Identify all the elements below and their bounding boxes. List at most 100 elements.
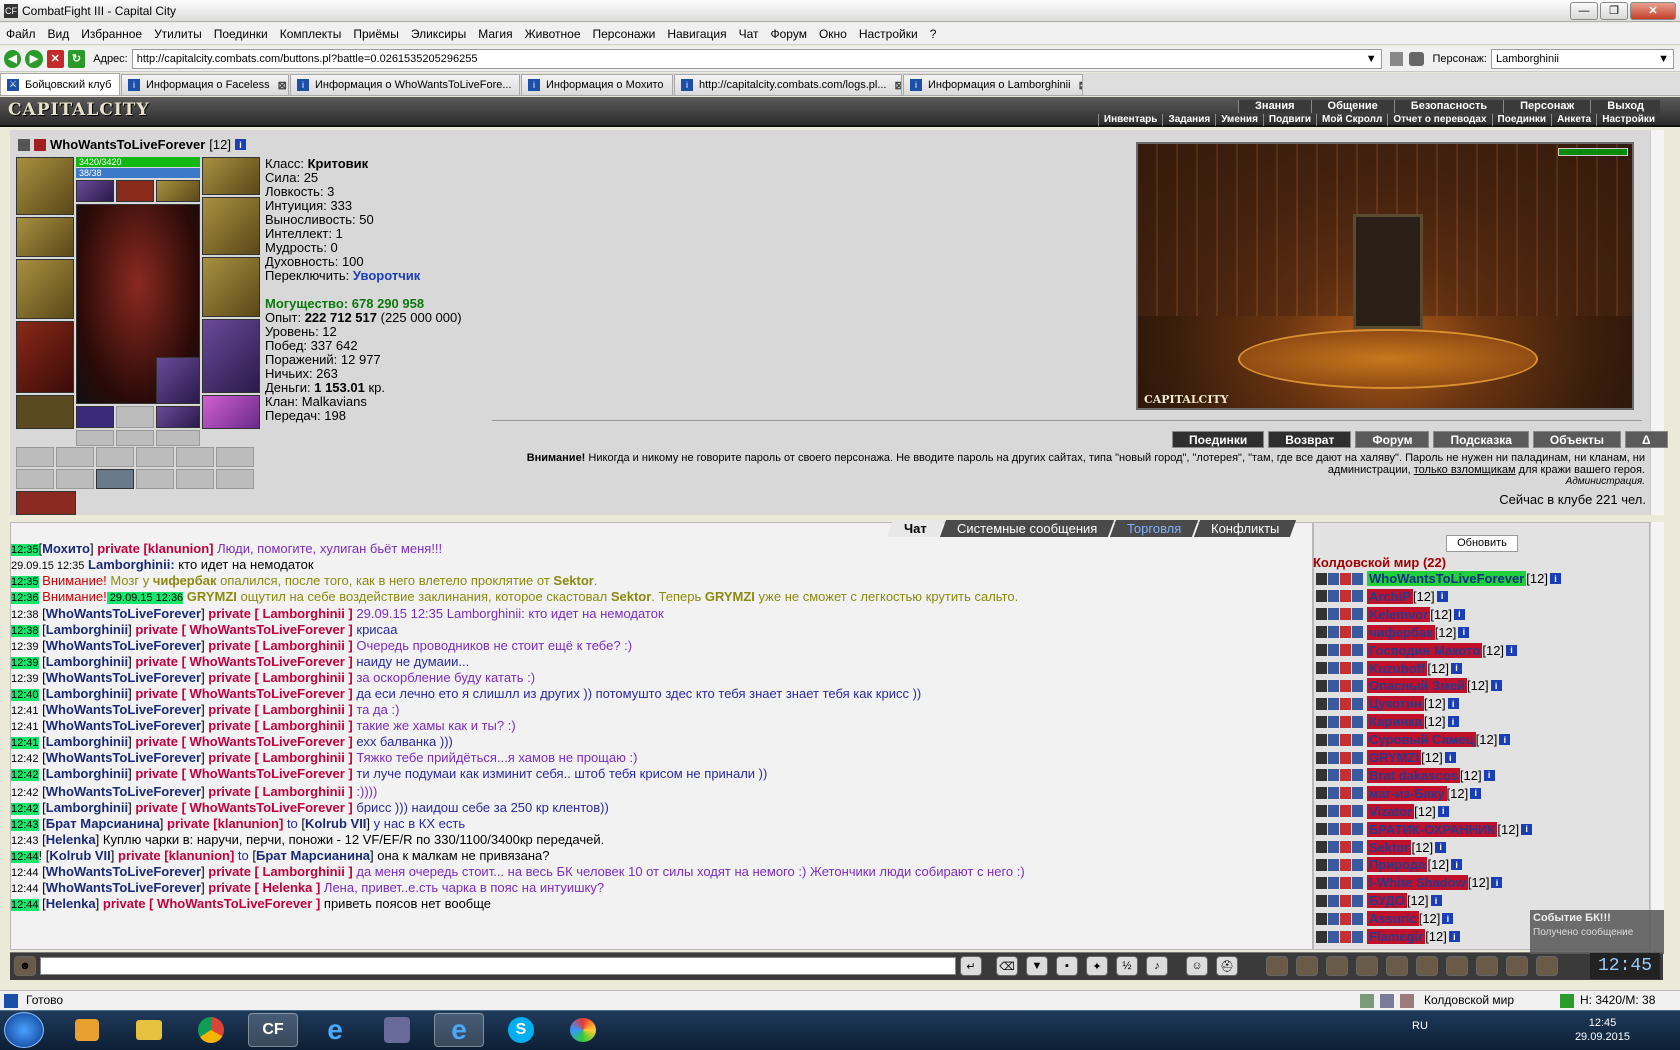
user-name[interactable]: ArchiP [1367,588,1413,604]
boots-slot[interactable] [16,395,74,429]
action-button[interactable]: Поединки [1172,431,1265,448]
top-nav-item[interactable]: Знания [1238,100,1311,113]
chat-private-tag[interactable]: private [ WhoWantsToLiveForever ] [135,622,352,637]
spell-slot-6[interactable] [216,447,254,467]
skype-icon[interactable]: S [496,1013,546,1047]
ie-icon[interactable]: e [310,1013,360,1047]
speed-icon[interactable]: ½ [1116,956,1138,976]
user-name[interactable]: чифербак [1367,624,1435,640]
smiley-icon[interactable]: ☺ [1186,956,1208,976]
language-indicator[interactable]: RU [1412,1020,1428,1032]
sub-nav-item[interactable]: Поединки [1491,114,1552,126]
top-nav-item[interactable]: Безопасность [1393,100,1504,113]
spell-slot-8[interactable] [56,469,94,489]
legs-slot[interactable] [202,319,260,393]
user-status-icon[interactable] [1352,930,1363,943]
user-name[interactable]: I-White Shadow [1367,875,1468,891]
skill-icon-7[interactable] [1446,956,1468,976]
filter-icon[interactable]: ▼ [1026,956,1048,976]
menu-item[interactable]: Окно [813,27,853,41]
user-status-icon[interactable] [1340,662,1351,674]
user-status-icon[interactable] [1328,751,1339,764]
chat-tab[interactable]: Системные сообщения [939,520,1115,537]
tab-close-icon[interactable]: ⊠ [512,79,519,92]
user-info-icon[interactable]: i [1521,823,1533,835]
chat-timestamp[interactable]: 12:39 [11,673,39,685]
belt-slot-3[interactable] [156,406,200,428]
user-status-icon[interactable] [1340,858,1351,871]
chat-nick[interactable]: Helenka [46,832,96,847]
chat-timestamp[interactable]: 12:44 [11,851,39,863]
menu-item[interactable]: Комплекты [274,27,348,41]
chat-private-tag[interactable]: private [ Lamborghinii ] [208,638,352,653]
tab-close-icon[interactable]: ⊠ [270,79,287,92]
user-info-icon[interactable]: i [1491,877,1503,889]
user-info-icon[interactable]: i [1506,644,1518,656]
chat-nick[interactable]: Lamborghinii [46,622,128,637]
spell-slot-4[interactable] [136,447,174,467]
menu-item[interactable]: Поединки [208,27,274,41]
menu-item[interactable]: Утилиты [148,27,208,41]
chat-timestamp[interactable]: 12:42 [11,753,39,765]
user-status-icon[interactable] [1340,697,1351,710]
user-name[interactable]: Kelemvor [1367,606,1431,622]
chat-nick[interactable]: Lamborghinii [46,686,128,701]
chat-nick[interactable]: Lamborghinii [46,800,128,815]
armor-slot[interactable] [16,321,74,393]
user-status-icon[interactable] [1328,644,1339,657]
tab-close-icon[interactable]: ⊠ [664,79,673,92]
chat-nick[interactable]: WhoWantsToLiveForever [46,702,201,717]
user-info-icon[interactable]: i [1430,895,1442,907]
ring-slot-2[interactable] [202,197,260,255]
refresh-button[interactable]: Обновить [1446,535,1518,552]
chat-nick[interactable]: Helenka [46,896,96,911]
user-status-icon[interactable] [1316,679,1327,692]
chat-private-tag[interactable]: private [ WhoWantsToLiveForever ] [135,766,352,781]
chat-private-tag[interactable]: private [klanunion] [97,541,213,556]
user-status-icon[interactable] [1316,733,1327,746]
sub-nav-item[interactable]: Умения [1215,114,1263,126]
chat-nick[interactable]: Брат Марсианина [46,816,160,831]
user-status-icon[interactable] [1328,787,1339,800]
send-icon[interactable]: ↵ [960,956,982,976]
url-dropdown-icon[interactable]: ▼ [1366,53,1377,65]
user-name[interactable]: WhoWantsToLiveForever [1367,571,1527,586]
action-button[interactable]: Форум [1355,431,1430,448]
user-status-icon[interactable] [1352,715,1363,728]
user-status-icon[interactable] [1328,590,1339,603]
boots-slot-2[interactable] [202,395,260,429]
room-door[interactable] [1353,214,1423,329]
skill-icon-2[interactable] [1296,956,1318,976]
user-status-icon[interactable] [1328,715,1339,728]
browser-tab[interactable]: i Информация о Lamborghinii⊠ [903,74,1083,95]
chat-private-tag[interactable]: private [ Lamborghinii ] [208,864,352,879]
skill-icon-9[interactable] [1506,956,1528,976]
user-status-icon[interactable] [1316,715,1327,728]
sub-nav-item[interactable]: Настройки [1596,114,1660,126]
sub-nav-item[interactable]: Мой Скролл [1316,114,1387,126]
user-name[interactable]: GRYMZI [1367,750,1422,765]
warning-link[interactable]: только взломщикам [1414,464,1516,476]
menu-item[interactable]: Животное [519,27,587,41]
menu-item[interactable]: Навигация [661,27,732,41]
user-status-icon[interactable] [1328,608,1339,621]
spell-slot-3[interactable] [96,447,134,467]
chat-nick[interactable]: Lamborghinii: [84,557,175,572]
chat-tab[interactable]: Чат [886,520,944,537]
pocket-slot-2[interactable] [116,430,154,446]
user-status-icon[interactable] [1352,805,1363,818]
close-icon[interactable]: ✕ [1630,1,1676,20]
user-status-icon[interactable] [1340,572,1351,585]
user-status-icon[interactable] [1316,912,1327,925]
user-status-icon[interactable] [1352,608,1363,621]
chat-timestamp[interactable]: 12:44 [11,867,39,879]
user-status-icon[interactable] [1328,733,1339,746]
user-status-icon[interactable] [1316,590,1327,603]
skill-icon-6[interactable] [1416,956,1438,976]
chat-timestamp[interactable]: 29.09.15 12:35 [11,560,84,572]
menu-item[interactable]: Настройки [853,27,924,41]
skill-icon-3[interactable] [1326,956,1348,976]
menu-item[interactable]: Персонажи [587,27,662,41]
browser-tab[interactable]: i Информация о WhoWantsToLiveFore...⊠ [290,74,520,95]
user-info-icon[interactable]: i [1448,931,1460,942]
